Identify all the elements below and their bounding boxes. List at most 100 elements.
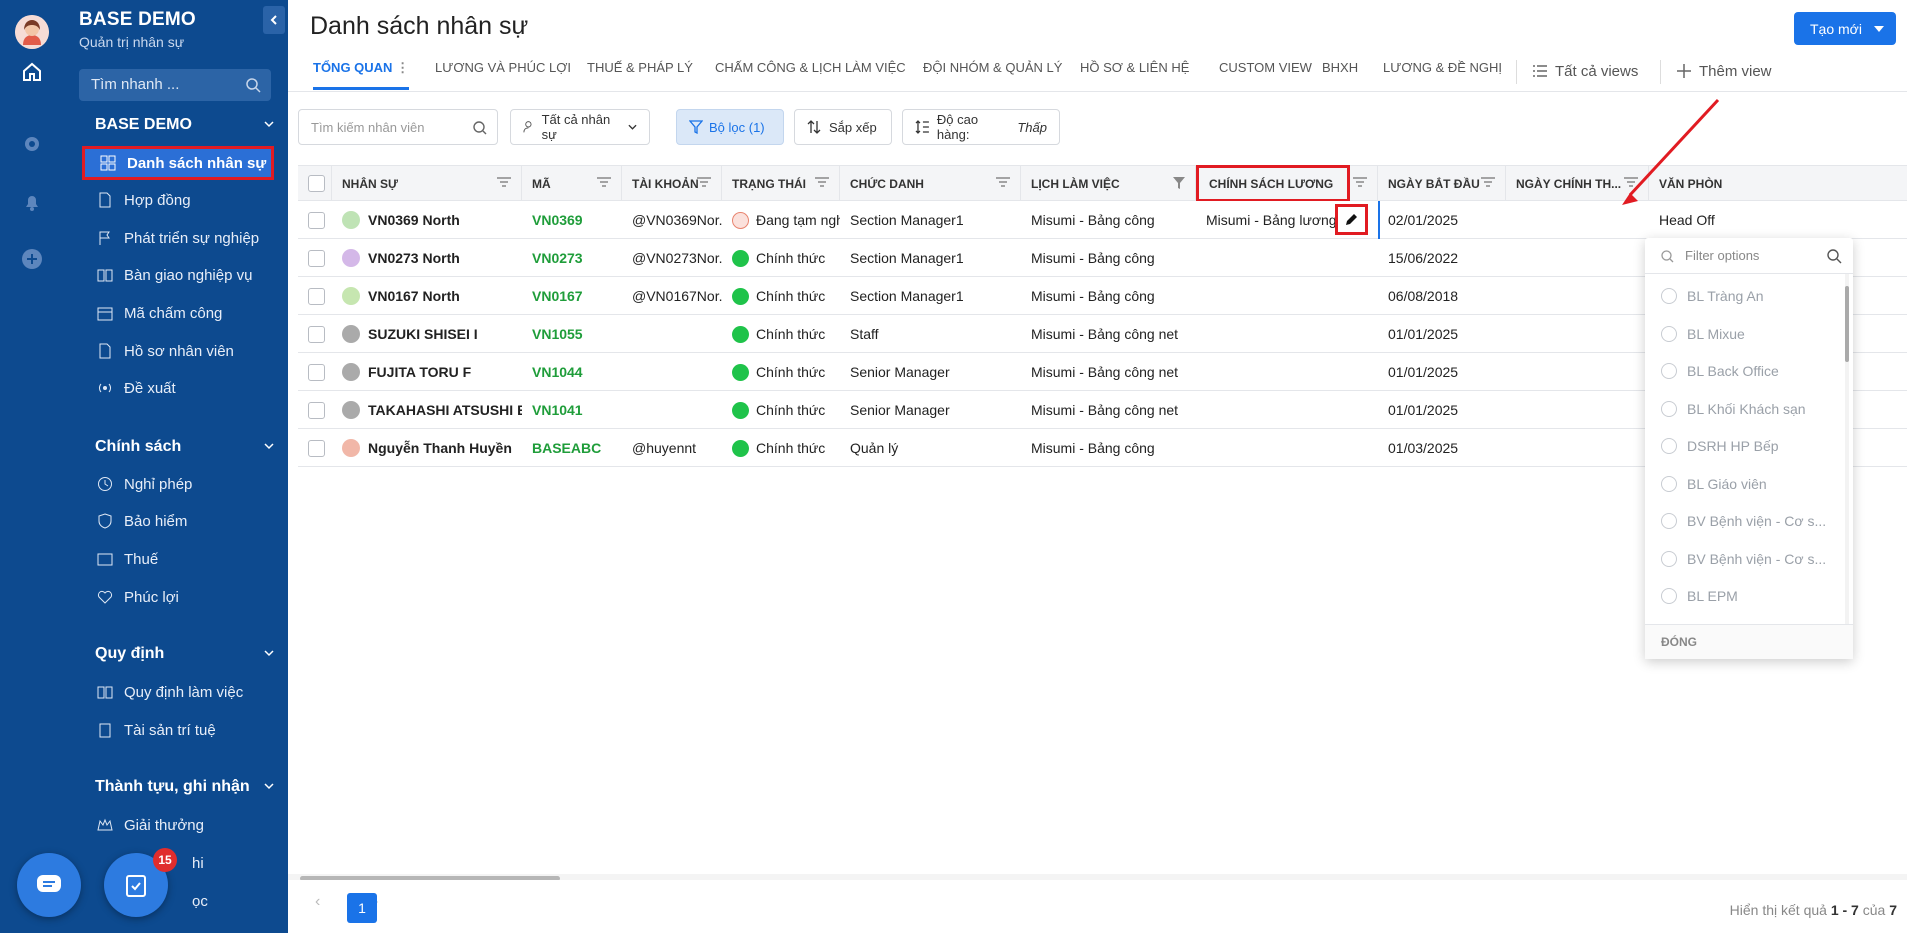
employee-name[interactable]: SUZUKI SHISEI I (368, 326, 478, 342)
row-height-button[interactable]: Độ cao hàng: Thấp (902, 109, 1060, 145)
salary-policy-option[interactable]: BL Mixue (1661, 325, 1745, 342)
column-header[interactable]: LỊCH LÀM VIỆC (1021, 166, 1196, 201)
column-menu-icon[interactable] (1481, 177, 1495, 187)
employee-code[interactable]: VN1041 (532, 402, 583, 418)
employee-code[interactable]: VN0273 (532, 250, 583, 266)
tab-salary-proposal[interactable]: LƯƠNG & ĐỀ NGHỊ (1383, 60, 1502, 90)
scrollbar-thumb[interactable] (1845, 286, 1849, 362)
column-header[interactable]: TRẠNG THÁI (722, 166, 840, 201)
edit-cell-button[interactable] (1335, 204, 1368, 235)
column-header[interactable]: NGÀY BẮT ĐẦU (1378, 166, 1506, 201)
column-menu-icon[interactable] (697, 177, 711, 187)
row-checkbox[interactable] (308, 249, 325, 267)
sidebar-item-employee-profile[interactable]: Hồ sơ nhân viên (82, 334, 274, 368)
collapse-sidebar-button[interactable] (263, 6, 285, 34)
sort-button[interactable]: Sắp xếp (794, 109, 892, 145)
cell-salary-policy[interactable] (1196, 277, 1378, 315)
tab-profile-contact[interactable]: HỒ SƠ & LIÊN HỆ (1080, 60, 1189, 90)
tab-bhxh[interactable]: BHXH (1322, 60, 1358, 90)
tab-overview[interactable]: TỔNG QUAN ⋮ (313, 60, 410, 90)
filter-button[interactable]: Bộ lọc (1) (676, 109, 784, 145)
tab-custom-view[interactable]: CUSTOM VIEW (1219, 60, 1312, 90)
cell-salary-policy[interactable] (1196, 315, 1378, 353)
row-checkbox[interactable] (308, 287, 325, 305)
add-view-button[interactable]: Thêm view (1677, 56, 1772, 86)
tab-salary-benefits[interactable]: LƯƠNG VÀ PHÚC LỢI (435, 60, 571, 90)
user-avatar[interactable] (15, 15, 49, 49)
sidebar-item-insurance[interactable]: Bảo hiểm (82, 504, 274, 538)
column-header[interactable]: MÃ (522, 166, 622, 201)
home-icon[interactable] (20, 60, 44, 84)
sidebar-item-contract[interactable]: Hợp đồng (82, 183, 274, 217)
salary-policy-option[interactable]: DSRH HP Bếp (1661, 438, 1779, 454)
tab-timekeeping[interactable]: CHẤM CÔNG & LỊCH LÀM VIỆC (715, 60, 906, 90)
cell-salary-policy[interactable] (1196, 239, 1378, 277)
row-checkbox[interactable] (308, 401, 325, 419)
sidebar-item-career[interactable]: Phát triển sự nghiệp (82, 221, 274, 255)
sidebar-item-leave[interactable]: Nghỉ phép (82, 467, 274, 501)
close-dropdown-button[interactable]: ĐÓNG (1645, 624, 1853, 659)
create-new-button[interactable]: Tạo mới (1794, 12, 1896, 45)
sidebar-item-staff-list[interactable]: Danh sách nhân sự (82, 146, 274, 180)
column-filter-active-icon[interactable] (1173, 177, 1185, 189)
section-policy[interactable]: Chính sách (95, 438, 274, 456)
page-number-button[interactable]: 1 (347, 893, 377, 923)
tab-tax-legal[interactable]: THUẾ & PHÁP LÝ (587, 60, 693, 90)
bell-icon[interactable] (20, 190, 44, 214)
tab-teams[interactable]: ĐỘI NHÓM & QUẢN LÝ (923, 60, 1062, 90)
section-achievements[interactable]: Thành tựu, ghi nhận (95, 778, 274, 796)
employee-name[interactable]: VN0369 North (368, 212, 460, 228)
sidebar-item-awards[interactable]: Giải thưởng (82, 808, 274, 842)
all-views-button[interactable]: Tất cả views (1533, 56, 1638, 86)
row-checkbox[interactable] (308, 363, 325, 381)
column-header[interactable]: NHÂN SỰ (332, 166, 522, 201)
section-base-demo[interactable]: BASE DEMO (95, 116, 274, 134)
employee-name[interactable]: TAKAHASHI ATSUSHI E (368, 402, 522, 418)
cell-salary-policy[interactable] (1196, 391, 1378, 429)
cell-salary-policy[interactable] (1196, 353, 1378, 391)
row-checkbox[interactable] (308, 439, 325, 457)
column-menu-icon[interactable] (1353, 177, 1367, 187)
filter-options-input[interactable]: Filter options (1645, 238, 1853, 274)
sidebar-item-ip[interactable]: Tài sản trí tuệ (82, 713, 274, 747)
section-regulations[interactable]: Quy định (95, 645, 274, 663)
employee-name[interactable]: VN0167 North (368, 288, 460, 304)
employee-code[interactable]: VN0167 (532, 288, 583, 304)
column-header[interactable]: TÀI KHOẢN (622, 166, 722, 201)
employee-code[interactable]: BASEABC (532, 440, 601, 456)
select-all-checkbox[interactable] (308, 175, 325, 192)
cell-salary-policy[interactable] (1196, 429, 1378, 467)
sidebar-item-timekeeping-code[interactable]: Mã chấm công (82, 296, 274, 330)
row-checkbox[interactable] (308, 325, 325, 343)
sidebar-item-tax[interactable]: Thuế (82, 542, 274, 576)
add-circle-icon[interactable] (20, 247, 44, 271)
column-menu-icon[interactable] (815, 177, 829, 187)
employee-search-input[interactable]: Tìm kiếm nhân viên (298, 109, 498, 145)
gear-icon[interactable] (20, 132, 44, 156)
employee-code[interactable]: VN1044 (532, 364, 583, 380)
staff-scope-dropdown[interactable]: Tất cả nhân sự (510, 109, 650, 145)
sidebar-item-handover[interactable]: Bàn giao nghiệp vụ (82, 258, 274, 292)
column-header-salary-policy[interactable]: CHÍNH SÁCH LƯƠNG (1196, 165, 1378, 202)
employee-name[interactable]: FUJITA TORU F (368, 364, 471, 380)
column-menu-icon[interactable] (996, 177, 1010, 187)
sidebar-item-proposal[interactable]: Đề xuất (82, 371, 274, 405)
salary-policy-option[interactable]: BL Khối Khách sạn (1661, 400, 1806, 417)
salary-policy-option[interactable]: BV Bệnh viện - Cơ s... (1661, 550, 1826, 567)
chat-button[interactable] (17, 853, 81, 917)
column-header[interactable]: CHỨC DANH (840, 166, 1021, 201)
salary-policy-option[interactable]: BL Giáo viên (1661, 475, 1767, 492)
employee-name[interactable]: VN0273 North (368, 250, 460, 266)
salary-policy-option[interactable]: BV Bệnh viện - Cơ s... (1661, 513, 1826, 529)
column-menu-icon[interactable] (497, 177, 511, 187)
salary-policy-option[interactable]: BL Back Office (1661, 363, 1779, 379)
column-menu-icon[interactable] (597, 177, 611, 187)
salary-policy-option[interactable]: BL Tràng An (1661, 288, 1764, 304)
sidebar-item-benefits[interactable]: Phúc lợi (82, 580, 274, 614)
employee-code[interactable]: VN1055 (532, 326, 583, 342)
sidebar-item-work-rules[interactable]: Quy định làm việc (82, 675, 274, 709)
salary-policy-option[interactable]: BL EPM (1661, 588, 1738, 604)
kebab-icon[interactable]: ⋮ (396, 60, 409, 75)
sidebar-search-input[interactable]: Tìm nhanh ... (79, 69, 271, 101)
employee-name[interactable]: Nguyễn Thanh Huyền (368, 440, 512, 456)
